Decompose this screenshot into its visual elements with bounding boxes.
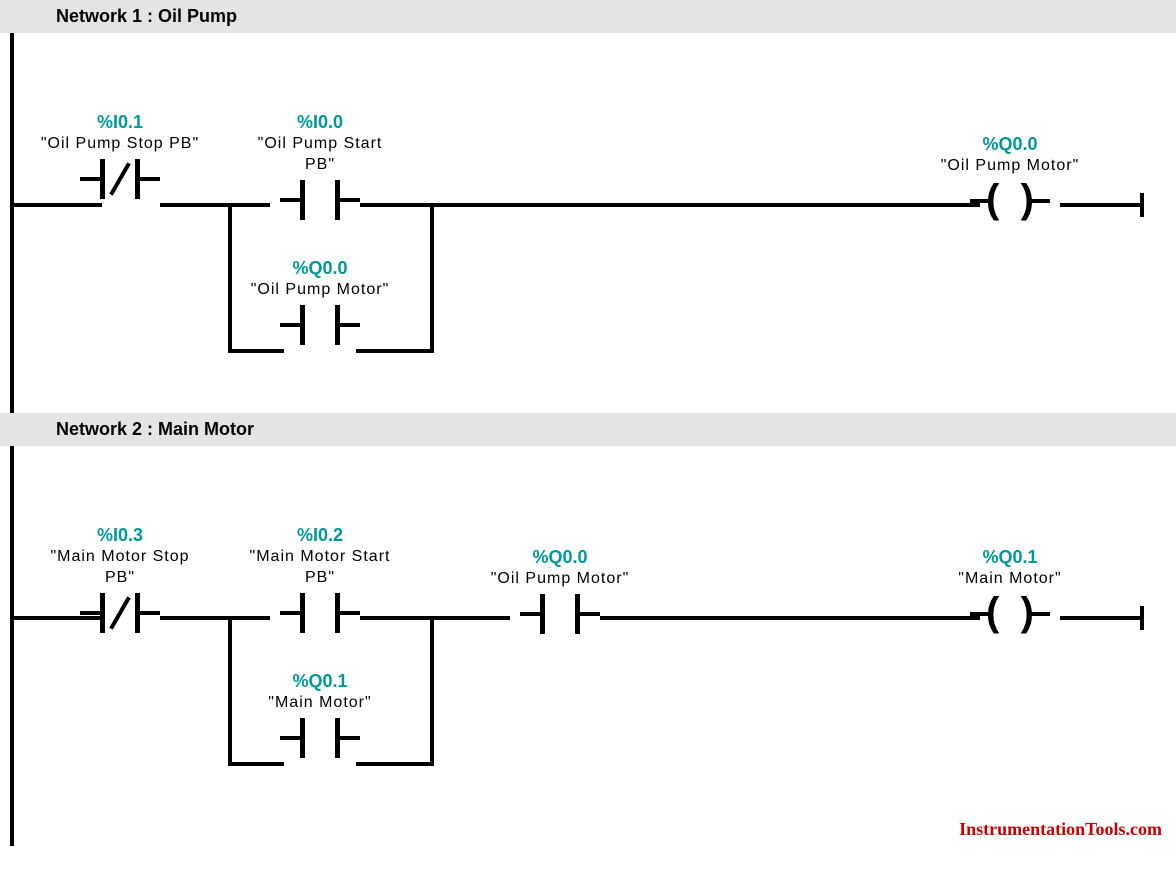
wire	[600, 616, 980, 620]
contact-oil-pump-stop: %I0.1 "Oil Pump Stop PB"	[40, 111, 200, 199]
wire	[12, 203, 102, 207]
power-rail	[10, 33, 14, 413]
network1-header: Network 1 : Oil Pump	[0, 0, 1176, 33]
wire	[360, 203, 980, 207]
network2-header: Network 2 : Main Motor	[0, 413, 1176, 446]
network1-body: %I0.1 "Oil Pump Stop PB" %I0.0 "Oil Pump…	[0, 33, 1176, 413]
wire-end	[1140, 193, 1144, 217]
network1-title: Network 1 : Oil Pump	[56, 6, 237, 26]
watermark: InstrumentationTools.com	[959, 819, 1162, 840]
addr: %Q0.0	[930, 133, 1090, 156]
power-rail	[10, 446, 14, 846]
label: "Oil Pump Motor"	[930, 156, 1090, 177]
wire	[1060, 616, 1140, 620]
label: "Oil Pump Motor"	[480, 569, 640, 590]
label: "Main Motor Start PB"	[240, 547, 400, 589]
no-contact-icon	[290, 305, 350, 345]
label: "Oil Pump Start PB"	[240, 134, 400, 176]
coil-main-motor: %Q0.1 "Main Motor" ()	[930, 546, 1090, 634]
nc-contact-icon	[90, 593, 150, 633]
addr: %I0.0	[240, 111, 400, 134]
addr: %I0.2	[240, 524, 400, 547]
contact-oil-pump-motor-interlock: %Q0.0 "Oil Pump Motor"	[480, 546, 640, 634]
wire-end	[1140, 606, 1144, 630]
contact-seal-oil-pump-motor: %Q0.0 "Oil Pump Motor"	[240, 257, 400, 345]
no-contact-icon	[290, 180, 350, 220]
label: "Oil Pump Motor"	[240, 280, 400, 301]
label: "Oil Pump Stop PB"	[40, 134, 200, 155]
nc-contact-icon	[90, 159, 150, 199]
wire	[1060, 203, 1140, 207]
branch-wire	[228, 762, 284, 766]
branch-drop-right	[430, 203, 434, 353]
no-contact-icon	[290, 593, 350, 633]
addr: %Q0.1	[240, 670, 400, 693]
label: "Main Motor Stop PB"	[40, 547, 200, 589]
coil-icon: ()	[980, 594, 1040, 634]
no-contact-icon	[530, 594, 590, 634]
branch-drop-left	[228, 203, 232, 353]
coil-oil-pump-motor: %Q0.0 "Oil Pump Motor" ()	[930, 133, 1090, 221]
addr: %I0.1	[40, 111, 200, 134]
branch-drop-right	[430, 616, 434, 766]
coil-icon: ()	[980, 181, 1040, 221]
label: "Main Motor"	[240, 693, 400, 714]
addr: %I0.3	[40, 524, 200, 547]
branch-wire	[356, 762, 434, 766]
branch-wire	[356, 349, 434, 353]
contact-seal-main-motor: %Q0.1 "Main Motor"	[240, 670, 400, 758]
branch-wire	[228, 349, 284, 353]
network2-body: %I0.3 "Main Motor Stop PB" %I0.2 "Main M…	[0, 446, 1176, 846]
no-contact-icon	[290, 718, 350, 758]
network2-title: Network 2 : Main Motor	[56, 419, 254, 439]
addr: %Q0.1	[930, 546, 1090, 569]
label: "Main Motor"	[930, 569, 1090, 590]
addr: %Q0.0	[480, 546, 640, 569]
addr: %Q0.0	[240, 257, 400, 280]
branch-drop-left	[228, 616, 232, 766]
